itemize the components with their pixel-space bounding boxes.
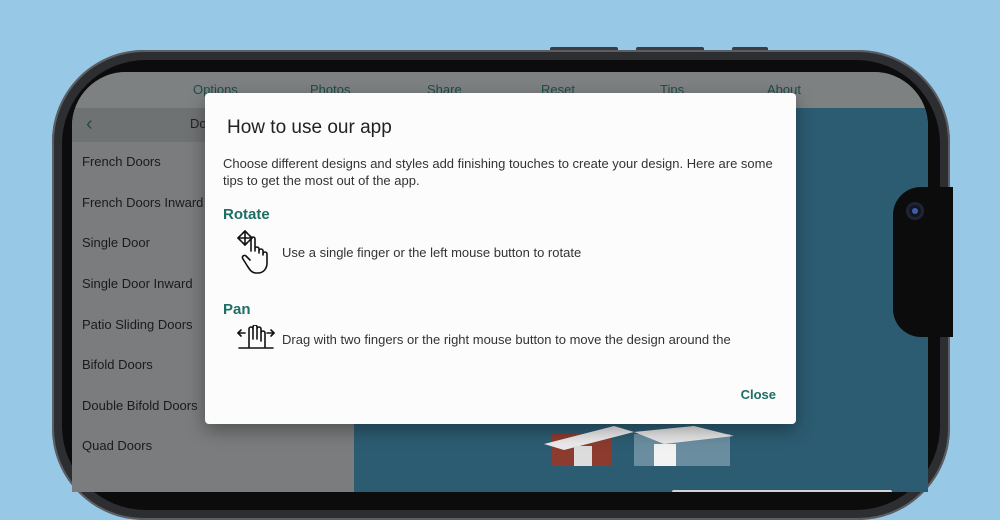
- sidebar-item-patio-sliding-doors[interactable]: Patio Sliding Doors: [82, 317, 193, 332]
- camera-lens-icon: [906, 202, 924, 220]
- rotate-tip-text: Use a single finger or the left mouse bu…: [282, 245, 582, 260]
- back-chevron-icon[interactable]: ‹: [86, 113, 93, 136]
- pan-section-title: Pan: [223, 301, 251, 318]
- sidebar-item-single-door-inward[interactable]: Single Door Inward: [82, 276, 193, 291]
- help-dialog: How to use our app Choose different desi…: [205, 93, 796, 424]
- house-model-image: [544, 426, 734, 466]
- dialog-intro-text: Choose different designs and styles add …: [223, 156, 773, 188]
- sidebar-item-french-doors[interactable]: French Doors: [82, 154, 161, 169]
- rotate-section-title: Rotate: [223, 206, 270, 223]
- home-indicator: [672, 490, 892, 492]
- pan-tip-text: Drag with two fingers or the right mouse…: [282, 332, 731, 347]
- dialog-title: How to use our app: [227, 117, 392, 138]
- pan-gesture-icon: [237, 325, 275, 349]
- sidebar-item-quad-doors[interactable]: Quad Doors: [82, 438, 152, 453]
- sidebar-item-bifold-doors[interactable]: Bifold Doors: [82, 357, 153, 372]
- sidebar-item-french-doors-inward[interactable]: French Doors Inward: [82, 195, 203, 210]
- sidebar-item-double-bifold-doors[interactable]: Double Bifold Doors: [82, 398, 198, 413]
- sidebar-item-single-door[interactable]: Single Door: [82, 235, 150, 250]
- close-button[interactable]: Close: [741, 387, 776, 402]
- rotate-gesture-icon: [237, 230, 268, 274]
